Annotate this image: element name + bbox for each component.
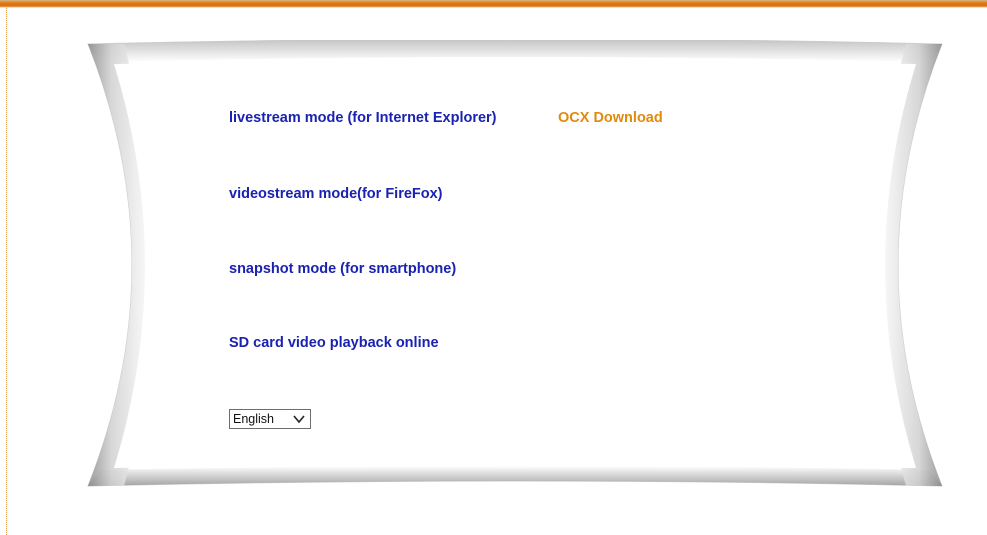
livestream-mode-link[interactable]: livestream mode (for Internet Explorer) (229, 110, 497, 126)
snapshot-mode-link[interactable]: snapshot mode (for smartphone) (229, 261, 456, 277)
ocx-download-link[interactable]: OCX Download (558, 110, 663, 126)
content-panel (84, 40, 946, 490)
left-divider (6, 8, 7, 535)
chevron-down-icon (293, 415, 305, 424)
language-select[interactable]: English (229, 409, 311, 429)
page: livestream mode (for Internet Explorer) … (0, 0, 987, 535)
language-select-value: English (233, 412, 274, 426)
sd-card-playback-link[interactable]: SD card video playback online (229, 335, 439, 351)
videostream-mode-link[interactable]: videostream mode(for FireFox) (229, 186, 443, 202)
top-bar (0, 0, 987, 8)
